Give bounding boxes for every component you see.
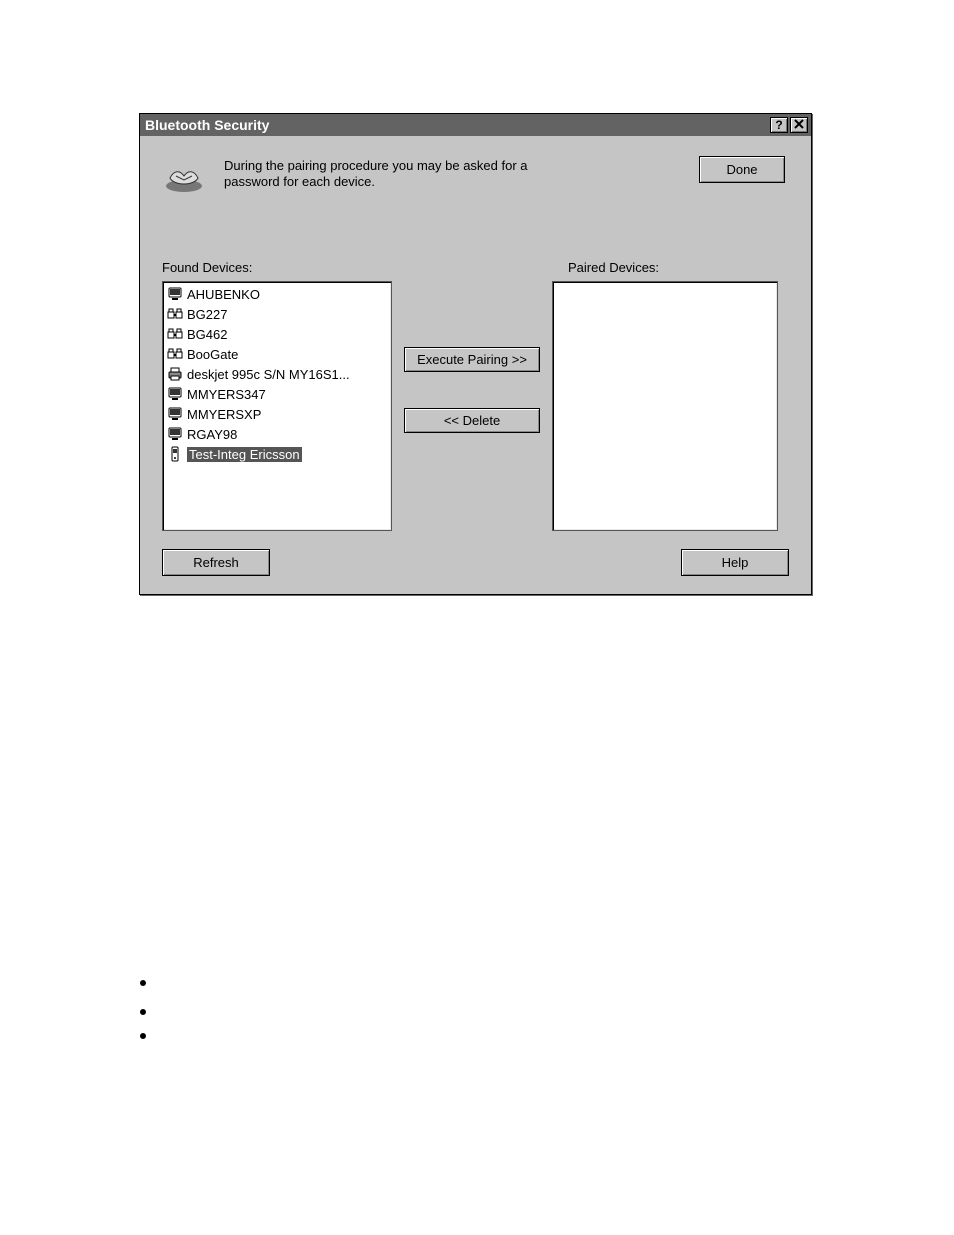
- refresh-button[interactable]: Refresh: [162, 549, 270, 576]
- list-item-label: BG227: [187, 307, 227, 322]
- titlebar-buttons: ?: [770, 117, 808, 133]
- list-item-label: RGAY98: [187, 427, 237, 442]
- help-button[interactable]: Help: [681, 549, 789, 576]
- list-item[interactable]: MMYERSXP: [164, 404, 390, 424]
- page-bullets: [140, 980, 146, 1039]
- list-item-label: MMYERS347: [187, 387, 266, 402]
- help-titlebar-button[interactable]: ?: [770, 117, 788, 133]
- phone-icon: [167, 446, 183, 462]
- list-item[interactable]: RGAY98: [164, 424, 390, 444]
- delete-button[interactable]: << Delete: [404, 408, 540, 433]
- list-item-label: Test-Integ Ericsson: [187, 447, 302, 462]
- list-item[interactable]: AHUBENKO: [164, 284, 390, 304]
- list-item[interactable]: BooGate: [164, 344, 390, 364]
- list-labels: Found Devices: Paired Devices:: [158, 260, 793, 275]
- found-devices-list[interactable]: AHUBENKO BG227 BG462 BooGate deskjet 995c S/…: [162, 281, 392, 531]
- paired-devices-list[interactable]: [552, 281, 778, 531]
- execute-pairing-button[interactable]: Execute Pairing >>: [404, 347, 540, 372]
- computer-icon: [167, 286, 183, 302]
- intro-line-2: password for each device.: [224, 174, 681, 190]
- gateway-icon: [167, 326, 183, 342]
- list-item[interactable]: BG227: [164, 304, 390, 324]
- dialog-body: During the pairing procedure you may be …: [140, 136, 811, 594]
- header-row: During the pairing procedure you may be …: [158, 146, 793, 230]
- transfer-buttons: Execute Pairing >> << Delete: [392, 281, 552, 531]
- titlebar: Bluetooth Security ?: [140, 114, 811, 136]
- list-item-label: BooGate: [187, 347, 238, 362]
- intro-line-1: During the pairing procedure you may be …: [224, 158, 681, 174]
- list-item[interactable]: BG462: [164, 324, 390, 344]
- gateway-icon: [167, 346, 183, 362]
- paired-devices-label: Paired Devices:: [568, 260, 789, 275]
- handshake-icon: [162, 156, 206, 200]
- list-item[interactable]: Test-Integ Ericsson: [164, 444, 390, 464]
- printer-icon: [167, 366, 183, 382]
- computer-icon: [167, 426, 183, 442]
- bluetooth-security-dialog: Bluetooth Security ? During the: [139, 113, 812, 595]
- intro-text: During the pairing procedure you may be …: [224, 156, 681, 191]
- list-item[interactable]: MMYERS347: [164, 384, 390, 404]
- list-item-label: AHUBENKO: [187, 287, 260, 302]
- list-item[interactable]: deskjet 995c S/N MY16S1...: [164, 364, 390, 384]
- list-item-label: deskjet 995c S/N MY16S1...: [187, 367, 350, 382]
- found-devices-label: Found Devices:: [162, 260, 408, 275]
- close-icon: [794, 118, 804, 132]
- lists-row: AHUBENKO BG227 BG462 BooGate deskjet 995c S/…: [158, 281, 793, 531]
- list-item-label: BG462: [187, 327, 227, 342]
- computer-icon: [167, 406, 183, 422]
- question-icon: ?: [775, 118, 782, 132]
- list-item-label: MMYERSXP: [187, 407, 261, 422]
- computer-icon: [167, 386, 183, 402]
- close-button[interactable]: [790, 117, 808, 133]
- bottom-buttons: Refresh Help: [158, 531, 793, 576]
- dialog-title: Bluetooth Security: [145, 117, 269, 133]
- done-button[interactable]: Done: [699, 156, 785, 183]
- gateway-icon: [167, 306, 183, 322]
